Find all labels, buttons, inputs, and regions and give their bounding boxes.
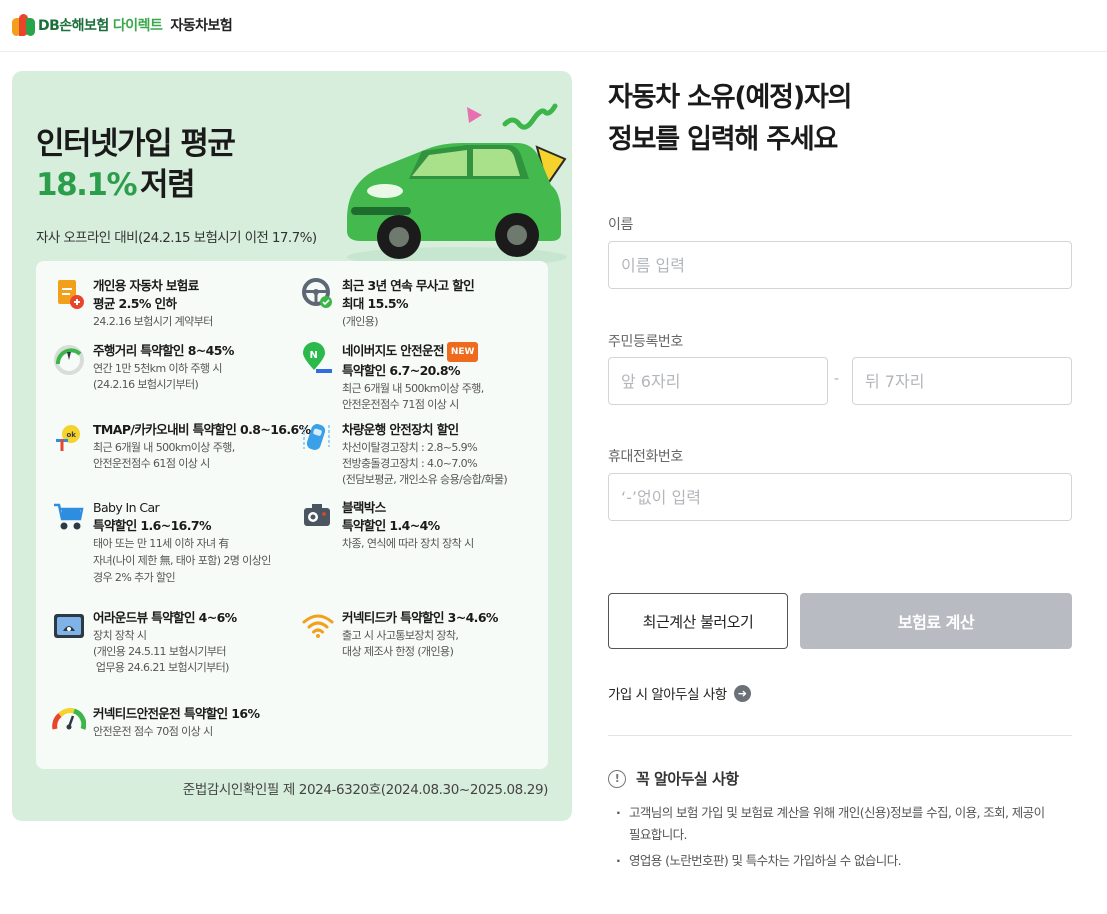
document-icon <box>58 280 84 309</box>
benefit-title: TMAP/카카오내비 특약할인 0.8~16.6% <box>93 422 311 437</box>
discount-word: 저렴 <box>140 167 196 203</box>
benefit-title: 어라운드뷰 특약할인 4~6% <box>93 610 237 625</box>
promo-panel: 인터넷가입 평균 18.1% 저렴 자사 오프라인 대비(24.2.15 보험시기… <box>12 71 572 821</box>
benefit-desc: 24.2.16 보험시기 계약부터 <box>93 315 213 328</box>
calculate-premium-button[interactable]: 보험료 계산 <box>800 593 1072 649</box>
promo-subtitle: 자사 오프라인 대비(24.2.15 보험시기 이전 17.7%) <box>36 230 317 246</box>
must-know-title: 꼭 알아두실 사항 <box>636 770 739 788</box>
safety-car-icon <box>303 424 330 450</box>
db-logo-mark-icon <box>12 12 36 38</box>
rrn-front-input[interactable] <box>608 357 828 405</box>
baby-stroller-icon <box>54 503 84 530</box>
benefit-title: 최근 3년 연속 무사고 할인 <box>342 278 475 293</box>
benefit-desc: 출고 시 사고통보장치 장착, <box>342 629 459 642</box>
benefit-title: 커넥티드안전운전 특약할인 16% <box>93 706 260 721</box>
benefit-title: 차량운행 안전장치 할인 <box>342 422 459 437</box>
benefit-desc: 차선이탈경고장치 : 2.8~5.9% <box>342 441 478 454</box>
benefit-desc: 태아 또는 만 11세 이하 자녀 有 <box>93 537 229 550</box>
benefit-title-2: 최대 15.5% <box>342 296 409 311</box>
benefits-list: 개인용 자동차 보험료 평균 2.5% 인하 24.2.16 보험시기 계약부터… <box>36 261 548 769</box>
naver-map-icon: N <box>303 342 332 373</box>
benefit-title-2: 특약할인 1.4~4% <box>342 518 440 533</box>
benefit-desc: 최근 6개월 내 500km이상 주행, <box>342 382 484 395</box>
benefit-desc: 대상 제조사 한정 (개인용) <box>342 645 454 658</box>
tmap-kakao-icon: ok <box>56 425 80 451</box>
steering-wheel-icon <box>302 278 332 308</box>
phone-input[interactable] <box>608 473 1072 521</box>
svg-text:ok: ok <box>67 431 77 439</box>
phone-label: 휴대전화번호 <box>608 449 683 465</box>
benefit-desc: 경우 2% 추가 할인 <box>93 571 176 584</box>
arrow-right-icon: ➜ <box>733 684 751 702</box>
benefit-title: 네이버지도 안전운전 NEW <box>342 342 557 362</box>
benefit-desc: (개인용) <box>342 315 379 328</box>
must-know-heading: ! 꼭 알아두실 사항 <box>608 768 739 789</box>
benefit-desc: 안전운전점수 61점 이상 시 <box>93 457 210 470</box>
benefit-desc: 장치 장착 시 <box>93 629 147 642</box>
benefit-desc: 차종, 연식에 따라 장치 장착 시 <box>342 537 474 550</box>
benefit-title: 블랙박스 <box>342 500 386 515</box>
benefit-desc: (전담보평균, 개인소유 승용/승합/화물) <box>342 473 508 486</box>
wifi-icon <box>302 614 334 638</box>
name-label: 이름 <box>608 217 633 233</box>
page-title: 자동차 소유(예정)자의 정보를 입력해 주세요 <box>608 77 852 161</box>
benefit-title: Baby In Car <box>93 500 160 515</box>
benefit-title-2: 특약할인 6.7~20.8% <box>342 363 461 378</box>
benefit-title-text: 네이버지도 안전운전 <box>342 343 444 358</box>
promo-headline-discount: 18.1% 저렴 <box>36 159 196 204</box>
must-know-list: 고객님의 보험 가입 및 보험료 계산을 위해 개인(신용)정보를 수집, 이용… <box>614 802 1054 876</box>
site-header: DB손해보험 다이렉트 자동차보험 <box>0 0 1107 52</box>
speedometer-icon <box>54 345 84 375</box>
brand-direct: 다이렉트 <box>112 18 163 34</box>
benefit-title: 주행거리 특약할인 8~45% <box>93 343 234 358</box>
list-item: 영업용 (노란번호판) 및 특수차는 가입하실 수 없습니다. <box>614 850 1054 872</box>
enrollment-notice-label: 가입 시 알아두실 사항 <box>608 687 727 703</box>
benefit-desc: 자녀(나이 제한 無, 태아 포함) 2명 이상인 <box>93 554 271 567</box>
benefit-desc: 안전운전 점수 70점 이상 시 <box>93 725 213 738</box>
rrn-label: 주민등록번호 <box>608 334 683 350</box>
exclamation-icon: ! <box>608 769 626 788</box>
brand-name: DB손해보험 <box>38 18 109 34</box>
name-input[interactable] <box>608 241 1072 289</box>
list-item: 고객님의 보험 가입 및 보험료 계산을 위해 개인(신용)정보를 수집, 이용… <box>614 802 1054 846</box>
benefit-desc: 최근 6개월 내 500km이상 주행, <box>93 441 235 454</box>
page-title-line1: 자동차 소유(예정)자의 <box>608 82 852 113</box>
benefit-desc: 연간 1만 5천km 이하 주행 시 <box>93 362 222 375</box>
benefit-desc: 전방충돌경고장치 : 4.0~7.0% <box>342 457 478 470</box>
benefit-title: 개인용 자동차 보험료 <box>93 278 199 293</box>
discount-percent: 18.1% <box>36 167 138 203</box>
benefit-desc: (24.2.16 보험시기부터) <box>93 378 199 391</box>
rrn-back-input[interactable] <box>852 357 1072 405</box>
enrollment-notice-link[interactable]: 가입 시 알아두실 사항 ➜ <box>608 683 751 703</box>
divider <box>608 735 1072 736</box>
new-badge: NEW <box>446 342 479 362</box>
benefit-desc: 업무용 24.6.21 보험시기부터) <box>93 661 230 674</box>
compliance-footnote: 준법감시인확인필 제 2024-6320호(2024.08.30~2025.08… <box>182 782 549 798</box>
benefit-desc: (개인용 24.5.11 보험시기부터 <box>93 645 227 658</box>
blackbox-icon <box>304 504 330 526</box>
benefit-title-2: 평균 2.5% 인하 <box>93 296 177 311</box>
benefit-title: 커넥티드카 특약할인 3~4.6% <box>342 610 498 625</box>
green-car-illustration <box>347 103 567 264</box>
promo-headline: 인터넷가입 평균 <box>36 126 236 162</box>
page-title-line2: 정보를 입력해 주세요 <box>608 124 838 155</box>
rrn-dash: - <box>834 371 840 387</box>
svg-text:N: N <box>310 350 318 361</box>
load-recent-calculation-button[interactable]: 최근계산 불러오기 <box>608 593 788 649</box>
around-view-icon <box>54 614 84 638</box>
gauge-icon <box>52 708 86 730</box>
product-name: 자동차보험 <box>170 18 233 34</box>
benefit-desc: 안전운전점수 71점 이상 시 <box>342 398 459 411</box>
db-logo[interactable]: DB손해보험 다이렉트 자동차보험 <box>12 11 233 39</box>
benefit-title-2: 특약할인 1.6~16.7% <box>93 518 212 533</box>
